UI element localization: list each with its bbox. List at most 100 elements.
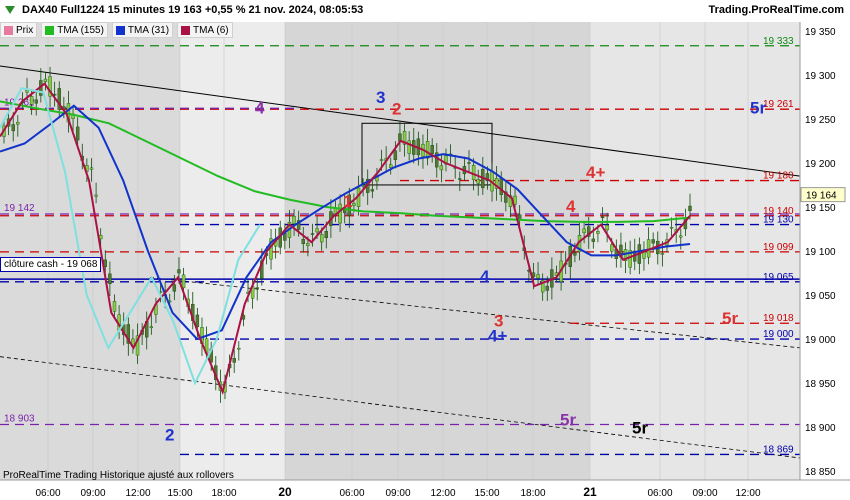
cash-close-label: clôture cash - 19 068 bbox=[0, 257, 102, 272]
level-label: 19 142 bbox=[4, 203, 35, 214]
trend-down-icon bbox=[5, 6, 15, 14]
x-tick-label: 21 bbox=[583, 485, 597, 499]
candle-body bbox=[29, 96, 34, 105]
candle-body bbox=[75, 126, 80, 141]
candle-body bbox=[545, 285, 549, 291]
x-axis: 06:00 09:00 12:00 15:00 18:00 20 06:00 09:00 12:… bbox=[0, 479, 850, 499]
candle-body bbox=[471, 165, 476, 180]
y-tick-label: 18 850 bbox=[805, 467, 836, 478]
level-label: 19 130 bbox=[763, 215, 794, 226]
level-label: 19 333 bbox=[763, 36, 794, 47]
candle-body bbox=[660, 253, 665, 255]
y-tick-label: 18 900 bbox=[805, 423, 836, 434]
candle-body bbox=[389, 164, 393, 168]
candle-body bbox=[195, 314, 200, 328]
candle-body bbox=[25, 90, 29, 93]
candle-body bbox=[379, 159, 384, 161]
legend-item-tma155[interactable]: TMA (155) bbox=[41, 22, 108, 38]
wave-label: 2 bbox=[165, 425, 174, 444]
wave-label: 5r bbox=[632, 418, 648, 437]
wave-label: 1 bbox=[343, 192, 352, 211]
wave-label: 4+ bbox=[586, 163, 605, 182]
x-tick-label: 06:00 bbox=[339, 488, 364, 499]
candle-body bbox=[237, 347, 241, 350]
candle-body bbox=[600, 216, 605, 219]
x-tick-label: 15:00 bbox=[474, 488, 499, 499]
y-tick-label: 19 300 bbox=[805, 71, 836, 82]
legend-swatch bbox=[45, 25, 55, 35]
session-band bbox=[285, 22, 590, 480]
legend-swatch bbox=[4, 25, 13, 35]
y-tick-label: 19 000 bbox=[805, 335, 836, 346]
level-label: 18 869 bbox=[763, 444, 794, 455]
candle-body bbox=[499, 178, 503, 195]
level-label: 18 903 bbox=[4, 414, 35, 425]
legend-label: TMA (155) bbox=[57, 24, 104, 36]
wave-label: 4 bbox=[255, 99, 265, 118]
candle-body bbox=[112, 301, 117, 312]
legend-swatch bbox=[115, 25, 125, 35]
x-tick-label: 09:00 bbox=[385, 488, 410, 499]
candle-body bbox=[338, 203, 342, 224]
wave-label: 5r bbox=[750, 99, 766, 118]
candle-body bbox=[439, 165, 444, 171]
candle-body bbox=[605, 224, 609, 231]
candle-body bbox=[536, 274, 540, 279]
candle-body bbox=[370, 189, 375, 192]
candle-body bbox=[108, 273, 112, 284]
candle-body bbox=[306, 243, 310, 246]
y-tick-label: 19 250 bbox=[805, 115, 836, 126]
level-label: 19 000 bbox=[763, 329, 794, 340]
x-tick-label: 12:00 bbox=[125, 488, 150, 499]
candle-body bbox=[425, 141, 430, 159]
x-tick-label: 15:00 bbox=[167, 488, 192, 499]
candle-body bbox=[177, 269, 181, 274]
wave-label: 5r bbox=[722, 309, 738, 328]
legend-item-tma6[interactable]: TMA (6) bbox=[177, 22, 233, 38]
candle-body bbox=[315, 228, 319, 233]
candle-body bbox=[149, 326, 154, 328]
candle-body bbox=[319, 234, 324, 243]
candle-body bbox=[255, 287, 259, 289]
chart-title: DAX40 Full1224 15 minutes 19 163 +0,55 %… bbox=[22, 4, 364, 16]
candle-body bbox=[407, 140, 411, 154]
candle-body bbox=[467, 162, 471, 164]
candle-body bbox=[310, 233, 315, 235]
candle-body bbox=[352, 202, 356, 206]
site-label: Trading.ProRealTime.com bbox=[708, 4, 844, 16]
y-tick-label: 19 150 bbox=[805, 203, 836, 214]
legend-item-tma31[interactable]: TMA (31) bbox=[111, 22, 174, 38]
session-bands bbox=[0, 22, 850, 480]
candle-body bbox=[458, 178, 462, 180]
candle-body bbox=[596, 231, 600, 234]
candle-body bbox=[292, 215, 296, 224]
candle-body bbox=[476, 179, 480, 184]
candle-body bbox=[301, 239, 305, 245]
candle-body bbox=[610, 244, 614, 252]
legend: Prix TMA (155) TMA (31) TMA (6) bbox=[0, 22, 233, 38]
wave-label: 5r bbox=[560, 410, 576, 429]
candle-body bbox=[11, 124, 15, 132]
y-tick-label: 19 200 bbox=[805, 159, 836, 170]
legend-item-price[interactable]: Prix bbox=[0, 22, 38, 38]
candle-body bbox=[34, 99, 38, 104]
last-price-label: 19 164 bbox=[806, 191, 837, 202]
wave-label: 2 bbox=[392, 99, 401, 118]
chart-header: DAX40 Full1224 15 minutes 19 163 +0,55 %… bbox=[0, 0, 850, 22]
candle-body bbox=[688, 205, 692, 211]
candle-body bbox=[232, 358, 236, 363]
candle-body bbox=[172, 284, 177, 292]
candle-body bbox=[43, 78, 48, 82]
wave-label: 4+ bbox=[488, 327, 507, 346]
y-tick-label: 19 100 bbox=[805, 247, 836, 258]
candle-body bbox=[181, 274, 186, 289]
level-label: 19 180 bbox=[763, 171, 794, 182]
x-tick-label: 18:00 bbox=[211, 488, 236, 499]
legend-swatch bbox=[181, 25, 191, 35]
x-tick-label: 09:00 bbox=[80, 488, 105, 499]
y-tick-label: 19 050 bbox=[805, 291, 836, 302]
x-tick-label: 06:00 bbox=[647, 488, 672, 499]
level-label: 19 099 bbox=[763, 242, 794, 253]
candle-body bbox=[573, 252, 577, 256]
footer-note: ProRealTime Trading Historique ajusté au… bbox=[3, 470, 234, 481]
